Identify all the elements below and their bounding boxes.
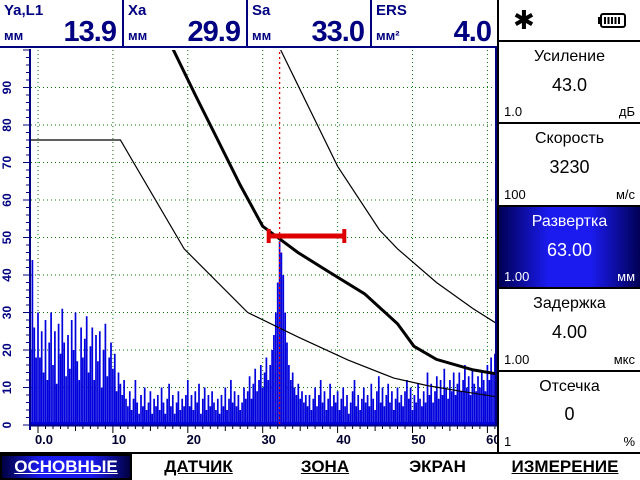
- param-delay[interactable]: Задержка 4.00 1.00 мкс: [499, 287, 640, 369]
- battery-icon: [598, 13, 626, 28]
- svg-text:50: 50: [0, 231, 14, 245]
- param-range[interactable]: Развертка 63.00 1.00 мм: [499, 205, 640, 287]
- param-title: Задержка: [504, 295, 635, 313]
- menu-tab-label: ЭКРАН: [409, 457, 466, 477]
- param-value: 43.0: [504, 75, 635, 96]
- svg-text:40: 40: [336, 432, 350, 447]
- param-step: 1.00: [504, 352, 529, 367]
- parameter-sidebar: ✱ Усиление 43.0 1.0 дБ Скорость 3230 100 м…: [497, 0, 640, 452]
- measurement-unit: мм: [128, 28, 147, 43]
- param-unit: дБ: [619, 104, 635, 119]
- measurement-unit: мм: [252, 28, 271, 43]
- param-title: Отсечка: [504, 378, 635, 396]
- menu-tab-label: ОСНОВНЫЕ: [14, 457, 118, 477]
- flaw-detector-screen: Ya,L1 мм 13.9 Xa мм 29.9 Sa мм 33.0 ERS …: [0, 0, 640, 480]
- param-step: 1.0: [504, 104, 522, 119]
- menu-tab-main[interactable]: ОСНОВНЫЕ: [0, 454, 132, 480]
- measurement-label: Xa: [128, 2, 146, 19]
- measurement-xa: Xa мм 29.9: [124, 0, 248, 46]
- svg-text:30: 30: [0, 306, 14, 320]
- menu-tab-label: ДАТЧИК: [164, 457, 232, 477]
- measurement-label: ERS: [376, 2, 407, 19]
- a-scan-display: 0.01020304050600102030405060708090: [0, 48, 500, 452]
- measurement-value: 29.9: [188, 16, 240, 49]
- measurement-value: 33.0: [312, 16, 364, 49]
- param-value: 0: [504, 404, 635, 425]
- menu-tab-label: ИЗМЕРЕНИЕ: [512, 457, 619, 477]
- svg-text:60: 60: [0, 193, 14, 207]
- param-value: 63.00: [504, 240, 635, 261]
- svg-text:20: 20: [0, 343, 14, 357]
- svg-text:90: 90: [0, 81, 14, 95]
- param-title: Развертка: [504, 213, 635, 231]
- freeze-icon: ✱: [513, 7, 535, 33]
- param-reject[interactable]: Отсечка 0 1%: [499, 370, 640, 452]
- param-step: 1: [504, 434, 511, 449]
- svg-text:30: 30: [261, 432, 275, 447]
- menu-tab-probe[interactable]: ДАТЧИК: [132, 454, 265, 480]
- menu-tab-zone[interactable]: ЗОНА: [265, 454, 385, 480]
- param-unit: мкс: [614, 352, 635, 367]
- menu-tab-screen[interactable]: ЭКРАН: [385, 454, 490, 480]
- param-value: 3230: [504, 157, 635, 178]
- measurement-sa: Sa мм 33.0: [248, 0, 372, 46]
- measurement-unit: мм²: [376, 28, 400, 43]
- menu-tab-measure[interactable]: ИЗМЕРЕНИЕ: [490, 454, 640, 480]
- svg-text:20: 20: [187, 432, 201, 447]
- svg-text:10: 10: [112, 432, 126, 447]
- param-title: Усиление: [504, 48, 635, 66]
- measurement-label: Ya,L1: [4, 2, 43, 19]
- svg-text:80: 80: [0, 118, 14, 132]
- svg-text:70: 70: [0, 156, 14, 170]
- svg-text:10: 10: [0, 381, 14, 395]
- a-scan-plot: 0.01020304050600102030405060708090: [0, 48, 500, 452]
- svg-text:0.0: 0.0: [35, 432, 53, 447]
- param-gain[interactable]: Усиление 43.0 1.0 дБ: [499, 40, 640, 122]
- measurement-unit: мм: [4, 28, 23, 43]
- param-title: Скорость: [504, 130, 635, 148]
- param-value: 4.00: [504, 322, 635, 343]
- param-velocity[interactable]: Скорость 3230 100 м/с: [499, 122, 640, 204]
- param-step: 1.00: [504, 269, 529, 284]
- measurement-ers: ERS мм² 4.0: [372, 0, 497, 46]
- measurement-label: Sa: [252, 2, 270, 19]
- menu-tab-label: ЗОНА: [301, 457, 349, 477]
- measurement-ya: Ya,L1 мм 13.9: [0, 0, 124, 46]
- bottom-menu: ОСНОВНЫЕ ДАТЧИК ЗОНА ЭКРАН ИЗМЕРЕНИЕ: [0, 452, 640, 480]
- measurement-value: 4.0: [454, 16, 491, 49]
- svg-text:40: 40: [0, 268, 14, 282]
- param-step: 100: [504, 187, 526, 202]
- param-unit: мм: [617, 269, 635, 284]
- svg-text:50: 50: [411, 432, 425, 447]
- measurement-value: 13.9: [64, 16, 116, 49]
- param-unit: м/с: [616, 187, 635, 202]
- measurement-bar: Ya,L1 мм 13.9 Xa мм 29.9 Sa мм 33.0 ERS …: [0, 0, 497, 48]
- svg-text:0: 0: [0, 421, 14, 428]
- param-unit: %: [623, 434, 635, 449]
- status-icon-row: ✱: [499, 0, 640, 40]
